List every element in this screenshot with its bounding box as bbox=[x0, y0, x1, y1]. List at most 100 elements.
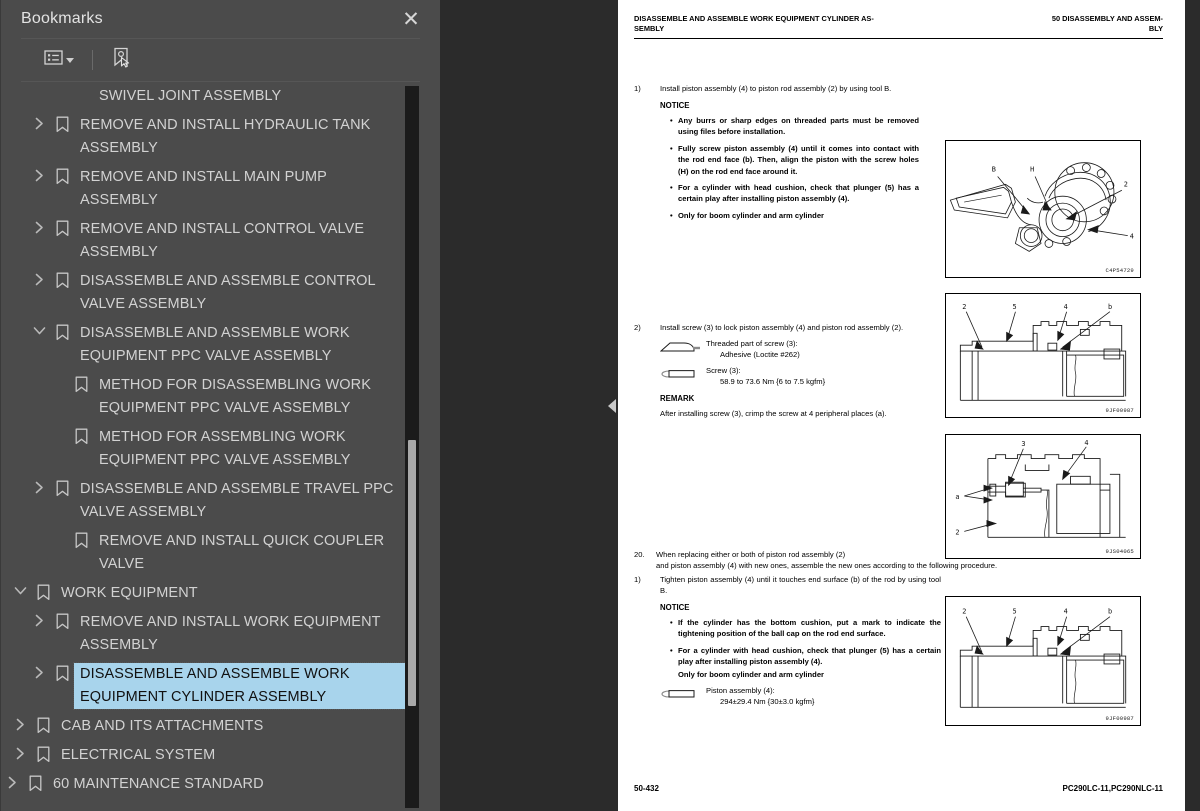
new-bookmark-icon bbox=[111, 47, 132, 73]
bookmark-ribbon-icon bbox=[50, 478, 74, 497]
bookmark-ribbon-icon bbox=[50, 270, 74, 289]
screw-torque-spec: Screw (3): 58.9 to 73.6 Nm {6 to 7.5 kgf… bbox=[660, 365, 919, 387]
torque-wrench-symbol-icon bbox=[660, 685, 706, 707]
pdf-viewer-window: Bookmarks ✕ SWIVEL JOINT ASSEMBLY REMOVE… bbox=[0, 0, 1200, 811]
bookmark-item-label: CAB AND ITS ATTACHMENTS bbox=[61, 718, 264, 734]
page-header-right-line1: 50 DISASSEMBLY AND ASSEM- bbox=[1051, 14, 1163, 23]
bookmark-item-label: ELECTRICAL SYSTEM bbox=[61, 747, 216, 763]
chevron-right-icon[interactable] bbox=[1, 773, 23, 789]
bookmark-item[interactable]: REMOVE AND INSTALL MAIN PUMP ASSEMBLY bbox=[1, 163, 410, 215]
page-header: DISASSEMBLE AND ASSEMBLE WORK EQUIPMENT … bbox=[634, 14, 1163, 39]
bookmark-item-label: REMOVE AND INSTALL WORK EQUIPMENT ASSEMB… bbox=[80, 614, 381, 653]
bookmark-item[interactable]: ELECTRICAL SYSTEM bbox=[1, 741, 410, 770]
bullet-text: Fully screw piston assembly (4) until it… bbox=[678, 143, 919, 176]
bookmark-item-label: REMOVE AND INSTALL QUICK COUPLER VALVE bbox=[99, 533, 385, 572]
page-number: 50-432 bbox=[634, 784, 659, 793]
bookmark-item[interactable]: METHOD FOR DISASSEMBLING WORK EQUIPMENT … bbox=[1, 371, 410, 423]
bookmark-ribbon-icon bbox=[31, 744, 55, 763]
page-header-left-line1: DISASSEMBLE AND ASSEMBLE WORK EQUIPMENT … bbox=[634, 14, 874, 23]
figure-code: 9JF00987 bbox=[1105, 715, 1134, 722]
bullet-marker: • bbox=[670, 116, 673, 125]
bookmark-item[interactable]: DISASSEMBLE AND ASSEMBLE CONTROL VALVE A… bbox=[1, 267, 410, 319]
step-20-1-number: 1) bbox=[634, 575, 641, 584]
bookmark-item[interactable]: METHOD FOR ASSEMBLING WORK EQUIPMENT PPC… bbox=[1, 423, 410, 475]
chevron-down-icon[interactable] bbox=[28, 322, 50, 336]
bookmark-ribbon-icon bbox=[69, 85, 93, 87]
bullet-item: • Only for boom cylinder and arm cylinde… bbox=[670, 210, 919, 221]
bookmark-item[interactable]: WORK EQUIPMENT bbox=[1, 579, 410, 608]
bullet-marker: • bbox=[670, 183, 673, 193]
torque-wrench-symbol-icon bbox=[660, 365, 706, 387]
bullet-item: • For a cylinder with head cushion, chec… bbox=[670, 645, 941, 668]
chevron-placeholder bbox=[47, 426, 69, 429]
chevron-right-icon[interactable] bbox=[9, 715, 31, 731]
bullet-item-continuation: Only for boom cylinder and arm cylinder bbox=[678, 669, 941, 680]
bookmark-item[interactable]: 60 MAINTENANCE STANDARD bbox=[1, 770, 410, 799]
step-20-1-text: Tighten piston assembly (4) until it tou… bbox=[660, 575, 941, 595]
bookmark-item-label: 60 MAINTENANCE STANDARD bbox=[53, 776, 264, 792]
svg-text:2: 2 bbox=[962, 303, 966, 311]
bookmark-item[interactable]: DISASSEMBLE AND ASSEMBLE WORK EQUIPMENT … bbox=[1, 660, 411, 712]
chevron-placeholder bbox=[47, 374, 69, 377]
bullet-text: Only for boom cylinder and arm cylinder bbox=[678, 210, 825, 220]
bookmark-item[interactable]: SWIVEL JOINT ASSEMBLY bbox=[1, 82, 410, 111]
adhesive-symbol-icon bbox=[659, 338, 706, 360]
page-header-right-line2: BLY bbox=[1148, 24, 1163, 33]
bookmark-ribbon-icon bbox=[23, 773, 47, 792]
chevron-right-icon[interactable] bbox=[9, 744, 31, 760]
adhesive-spec-label: Threaded part of screw (3): bbox=[706, 339, 798, 349]
piston-rod-assembly-figure: B H 2 4 C4P54729 bbox=[945, 140, 1141, 278]
bookmark-item[interactable]: CAB AND ITS ATTACHMENTS bbox=[1, 712, 410, 741]
cylinder-cross-section-figure-1: 2 5 4 b 9JF00987 bbox=[945, 293, 1141, 418]
bullet-text: For a cylinder with head cushion, check … bbox=[678, 645, 941, 667]
bookmarks-tree[interactable]: SWIVEL JOINT ASSEMBLY REMOVE AND INSTALL … bbox=[1, 82, 440, 811]
step-20-line2: and piston assembly (4) with new ones, a… bbox=[656, 561, 998, 570]
document-viewport[interactable]: DISASSEMBLE AND ASSEMBLE WORK EQUIPMENT … bbox=[618, 0, 1200, 811]
bookmark-item[interactable]: DISASSEMBLE AND ASSEMBLE TRAVEL PPC VALV… bbox=[1, 475, 410, 527]
figure-code: 9JF00987 bbox=[1105, 407, 1134, 414]
bookmark-item-label: REMOVE AND INSTALL MAIN PUMP ASSEMBLY bbox=[80, 169, 327, 208]
bookmark-item-label: DISASSEMBLE AND ASSEMBLE CONTROL VALVE A… bbox=[80, 273, 376, 312]
bookmarks-list: SWIVEL JOINT ASSEMBLY REMOVE AND INSTALL … bbox=[1, 82, 440, 811]
bookmark-ribbon-icon bbox=[69, 426, 93, 445]
bookmark-item[interactable]: REMOVE AND INSTALL CONTROL VALVE ASSEMBL… bbox=[1, 215, 410, 267]
figure-code: C4P54729 bbox=[1105, 267, 1134, 274]
step-1-text: Install piston assembly (4) to piston ro… bbox=[660, 84, 892, 93]
svg-text:2: 2 bbox=[1124, 180, 1128, 188]
bookmark-item-label: REMOVE AND INSTALL CONTROL VALVE ASSEMBL… bbox=[80, 221, 365, 260]
bullet-marker: • bbox=[670, 618, 673, 627]
new-bookmark-button[interactable] bbox=[108, 44, 135, 76]
bullet-item: • Fully screw piston assembly (4) until … bbox=[670, 143, 919, 177]
chevron-right-icon[interactable] bbox=[28, 166, 50, 182]
step-1-notice-bullets: • Any burrs or sharp edges on threaded p… bbox=[670, 115, 919, 221]
collapse-left-icon[interactable] bbox=[608, 398, 616, 413]
bookmark-item[interactable]: REMOVE AND INSTALL QUICK COUPLER VALVE bbox=[1, 527, 410, 579]
bookmark-item-label: WORK EQUIPMENT bbox=[61, 585, 198, 601]
chevron-right-icon[interactable] bbox=[28, 218, 50, 234]
svg-text:B: B bbox=[992, 166, 996, 174]
bookmark-item[interactable]: REMOVE AND INSTALL WORK EQUIPMENT ASSEMB… bbox=[1, 608, 410, 660]
svg-text:2: 2 bbox=[955, 528, 959, 536]
svg-text:a: a bbox=[955, 493, 959, 501]
bookmarks-scrollbar[interactable] bbox=[405, 86, 419, 808]
chevron-right-icon[interactable] bbox=[28, 478, 50, 494]
bookmark-item[interactable]: REMOVE AND INSTALL HYDRAULIC TANK ASSEMB… bbox=[1, 111, 410, 163]
screw-torque-label: Screw (3): bbox=[706, 366, 741, 376]
chevron-right-icon[interactable] bbox=[28, 663, 50, 679]
instructions-column: 1) Install piston assembly (4) to piston… bbox=[634, 83, 919, 419]
chevron-down-icon[interactable] bbox=[9, 582, 31, 596]
chevron-right-icon[interactable] bbox=[28, 114, 50, 130]
bookmark-ribbon-icon bbox=[31, 715, 55, 734]
svg-text:4: 4 bbox=[1084, 439, 1088, 447]
close-icon[interactable]: ✕ bbox=[398, 6, 424, 32]
chevron-right-icon[interactable] bbox=[28, 270, 50, 286]
chevron-right-icon[interactable] bbox=[28, 611, 50, 627]
list-options-icon bbox=[44, 49, 63, 71]
bookmark-ribbon-icon bbox=[50, 166, 74, 185]
bookmarks-scrollbar-thumb[interactable] bbox=[408, 440, 416, 706]
bookmark-item[interactable]: DISASSEMBLE AND ASSEMBLE WORK EQUIPMENT … bbox=[1, 319, 410, 371]
step-2-text: Install screw (3) to lock piston assembl… bbox=[660, 323, 904, 333]
bullet-marker: • bbox=[670, 645, 673, 655]
screw-lock-cross-section-figure: 3 4 a 2 9JS04065 bbox=[945, 434, 1141, 559]
list-options-button[interactable] bbox=[41, 46, 77, 74]
